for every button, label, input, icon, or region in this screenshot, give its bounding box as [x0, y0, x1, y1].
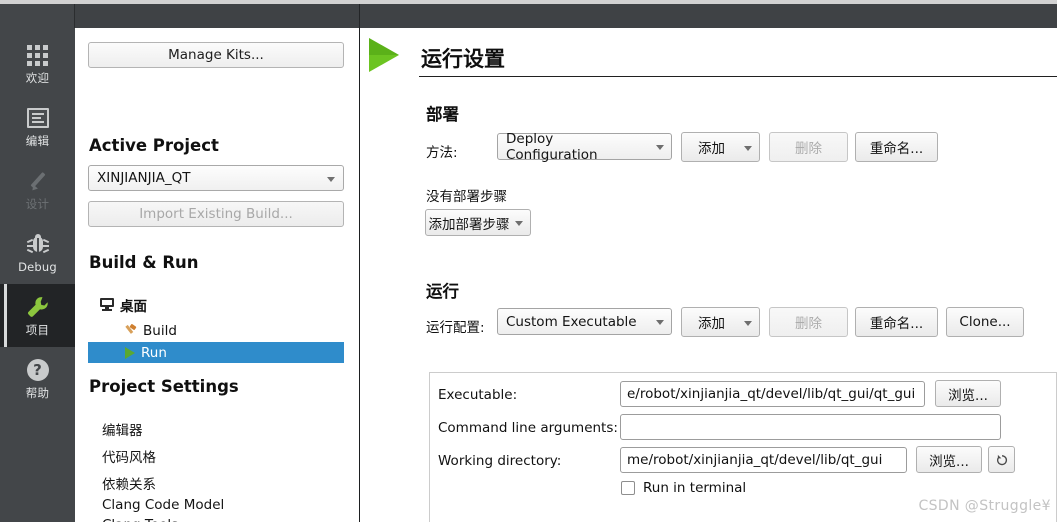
executable-browse-button[interactable]: 浏览...	[935, 380, 1001, 407]
deploy-add-button-label: 添加	[698, 141, 725, 157]
tree-item-run[interactable]: Run	[88, 342, 344, 363]
settings-item-clang-tools[interactable]: Clang Tools	[102, 517, 178, 522]
run-settings-play-icon-highlight	[369, 38, 399, 55]
no-deploy-steps-text: 没有部署步骤	[426, 189, 507, 205]
tree-item-label: Run	[141, 344, 167, 361]
run-config-combo-value: Custom Executable	[506, 313, 637, 330]
grid-icon	[27, 42, 48, 68]
add-deploy-step-button-label: 添加部署步骤	[428, 216, 510, 233]
active-project-combo-value: XINJIANJIA_QT	[97, 170, 191, 186]
mode-item-label: 设计	[25, 197, 50, 211]
reset-arrow-icon	[996, 454, 1007, 465]
page-title: 运行设置	[421, 47, 505, 71]
hammer-icon	[123, 323, 137, 338]
executable-label: Executable:	[438, 387, 518, 403]
settings-item-code-style[interactable]: 代码风格	[102, 446, 156, 466]
bug-icon	[26, 231, 49, 257]
chevron-down-icon	[656, 145, 664, 150]
mode-item-label: Debug	[18, 260, 57, 274]
working-directory-browse-button[interactable]: 浏览...	[916, 446, 982, 473]
manage-kits-button[interactable]: Manage Kits...	[88, 42, 344, 68]
mode-item-welcome[interactable]: 欢迎	[0, 32, 75, 95]
mode-item-label: 欢迎	[25, 71, 50, 85]
chevron-down-icon	[744, 146, 752, 151]
settings-item-dependencies[interactable]: 依赖关系	[102, 473, 156, 493]
top-toolbar-side-segment	[75, 4, 360, 28]
deploy-remove-button[interactable]: 删除	[769, 132, 848, 162]
top-toolbar	[0, 4, 1057, 28]
chevron-down-icon	[515, 221, 523, 226]
active-project-combo[interactable]: XINJIANJIA_QT	[88, 165, 344, 191]
mode-item-design[interactable]: 设计	[0, 158, 75, 221]
deploy-rename-button[interactable]: 重命名...	[855, 132, 938, 162]
run-remove-button[interactable]: 删除	[769, 307, 848, 337]
run-rename-button[interactable]: 重命名...	[855, 307, 938, 337]
deploy-method-combo[interactable]: Deploy Configuration	[497, 130, 672, 163]
tree-item-desktop[interactable]: 桌面	[88, 294, 344, 315]
deploy-method-label: 方法:	[426, 145, 458, 161]
command-line-arguments-input[interactable]	[620, 414, 1001, 440]
add-deploy-step-button[interactable]: 添加部署步骤	[425, 209, 531, 236]
working-directory-label: Working directory:	[438, 453, 562, 469]
run-in-terminal-label: Run in terminal	[643, 480, 747, 496]
active-project-heading: Active Project	[89, 136, 219, 155]
wrench-icon	[26, 294, 50, 320]
run-clone-button[interactable]: Clone...	[946, 307, 1024, 337]
mode-item-label: 编辑	[25, 134, 50, 148]
run-settings-pane: 运行设置 部署 方法: Deploy Configuration 添加 删除 重…	[361, 28, 1057, 522]
chevron-down-icon	[744, 321, 752, 326]
title-divider	[419, 76, 1057, 77]
tree-item-label: Build	[143, 322, 177, 339]
qt-creator-window: 欢迎 编辑 设计 Debug 项目 ? 帮助 Manage Kits... Ac…	[0, 0, 1057, 522]
tree-item-label: 桌面	[120, 298, 147, 315]
run-in-terminal-checkbox[interactable]	[621, 481, 635, 495]
import-existing-build-button[interactable]: Import Existing Build...	[88, 201, 344, 227]
play-icon	[125, 346, 135, 359]
top-toolbar-mode-segment	[0, 4, 75, 28]
mode-item-label: 项目	[25, 323, 50, 337]
executable-input[interactable]: e/robot/xinjianjia_qt/devel/lib/qt_gui/q…	[620, 381, 925, 407]
run-config-label: 运行配置:	[426, 320, 485, 336]
project-side-panel: Manage Kits... Active Project XINJIANJIA…	[75, 28, 360, 522]
mode-item-label: 帮助	[25, 386, 50, 400]
pencil-icon	[27, 168, 49, 194]
mode-bar: 欢迎 编辑 设计 Debug 项目 ? 帮助	[0, 28, 75, 522]
top-toolbar-main-segment	[360, 4, 1057, 28]
settings-item-clang-code-model[interactable]: Clang Code Model	[102, 497, 224, 513]
question-mark-icon: ?	[26, 357, 49, 383]
command-line-arguments-label: Command line arguments:	[438, 420, 618, 436]
mode-item-debug[interactable]: Debug	[0, 221, 75, 284]
monitor-icon	[100, 298, 114, 311]
deploy-section-heading: 部署	[426, 105, 459, 124]
mode-item-projects[interactable]: 项目	[0, 284, 75, 347]
run-config-combo[interactable]: Custom Executable	[497, 308, 672, 335]
working-directory-reset-button[interactable]	[988, 446, 1015, 473]
build-and-run-heading: Build & Run	[89, 253, 199, 272]
chevron-down-icon	[327, 177, 335, 182]
deploy-method-combo-value: Deploy Configuration	[506, 130, 598, 163]
mode-item-help[interactable]: ? 帮助	[0, 347, 75, 410]
tree-item-build[interactable]: Build	[88, 320, 344, 341]
edit-icon	[26, 105, 49, 131]
chevron-down-icon	[656, 320, 664, 325]
mode-item-edit[interactable]: 编辑	[0, 95, 75, 158]
settings-item-editor[interactable]: 编辑器	[102, 419, 143, 439]
run-add-button-label: 添加	[698, 316, 725, 332]
watermark: CSDN @Struggle¥	[918, 498, 1051, 514]
working-directory-input[interactable]: me/robot/xinjianjia_qt/devel/lib/qt_gui	[620, 447, 907, 473]
run-add-button[interactable]: 添加	[681, 307, 760, 337]
deploy-add-button[interactable]: 添加	[681, 132, 760, 162]
project-settings-heading: Project Settings	[89, 377, 239, 396]
run-section-heading: 运行	[426, 282, 459, 301]
